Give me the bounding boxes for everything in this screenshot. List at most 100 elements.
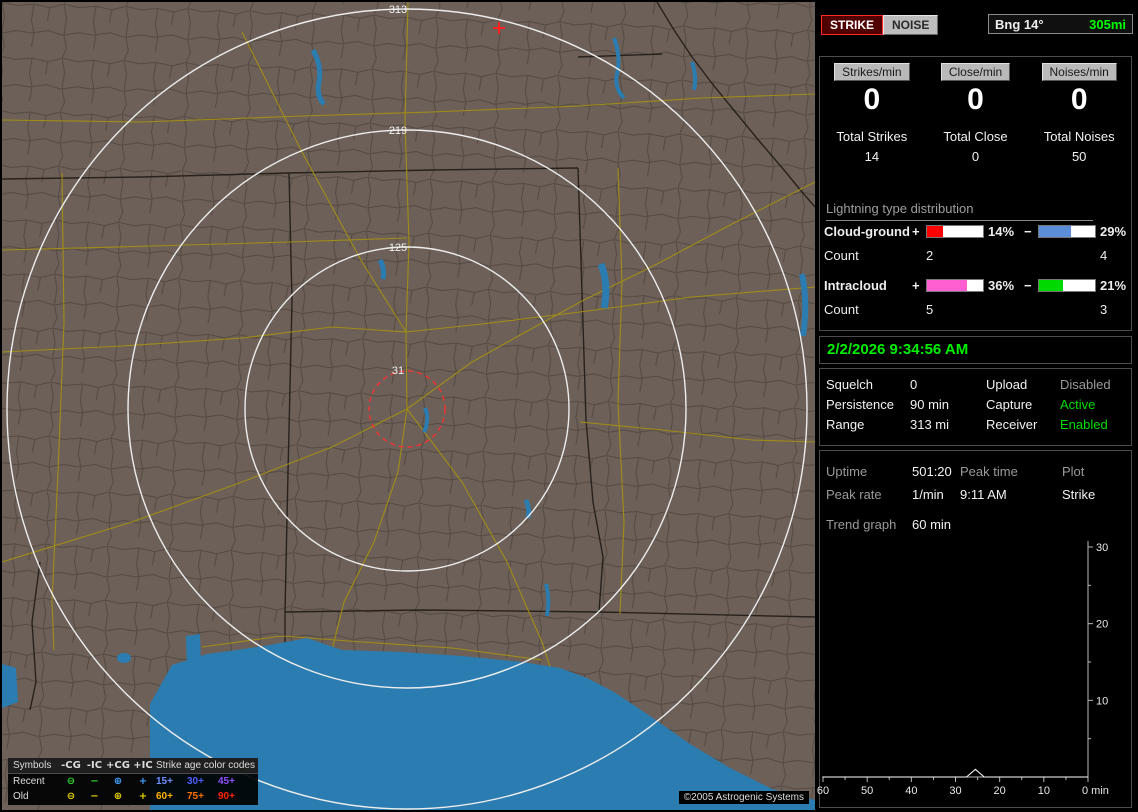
plot-value: Strike [1062,487,1096,502]
svg-text:20: 20 [994,785,1006,797]
legend-col-neg-ic: -IC [86,760,103,771]
map-view[interactable]: 313 219 125 31 Symbols -CG -IC +CG +IC S… [2,2,815,810]
cg-pos-bar [926,225,984,238]
cg-pos-count: 2 [926,248,934,263]
cg-count-row: Count 2 4 [824,248,1131,263]
cg-pos-pct: 14% [988,224,1015,239]
uptime-label: Uptime [826,464,868,479]
cg-neg-pct: 29% [1100,224,1127,239]
close-per-min-chip: Close/min [940,63,1011,81]
pos-ic-old-icon: + [138,791,148,802]
svg-text:30: 30 [949,785,961,797]
legend-age-header: Strike age color codes [156,760,255,771]
cg-pos-bar-fill [927,226,943,237]
trend-series-strike [823,768,1088,778]
age-codes-recent: 15+ 30+ 45+ [156,776,258,787]
ic-neg-count: 3 [1100,302,1108,317]
range-label-125: 125 [389,242,407,254]
svg-text:20: 20 [1096,619,1108,631]
peak-time-value: 9:11 AM [960,487,1007,502]
ic-pos-bar-fill [927,280,968,291]
rate-chips-row: Strikes/min Close/min Noises/min [820,63,1131,81]
trend-section: Uptime 501:20 Peak time Plot Peak rate 1… [817,450,1133,808]
age-75: 75+ [187,791,204,802]
datetime-display: 2/2/2026 9:34:56 AM [827,341,969,358]
bearing-value: Bng 14° [995,16,1044,32]
rate-values-row: 0 0 0 [820,85,1131,115]
trend-graph-value: 60 min [912,517,952,532]
legend-col-pos-cg: +CG [106,760,130,771]
upload-status: Disabled [1060,377,1111,392]
dist-row-intracloud: Intracloud + 36% − 21% [824,278,1131,293]
status-row-trend: Trend graph 60 min [826,516,1131,534]
settings-section: Squelch 0 Upload Disabled Persistence 90… [819,368,1132,446]
strikes-per-min-value: 0 [863,83,881,116]
plus-sign: + [912,224,920,239]
close-per-min-value: 0 [967,83,984,116]
noise-toggle-button[interactable]: NOISE [883,15,939,35]
ic-neg-pct: 21% [1100,278,1127,293]
ic-neg-bar-fill [1039,280,1063,291]
count-label: Count [824,248,859,263]
peak-time-label: Peak time [960,464,1018,479]
neg-cg-old-icon: ⊖ [66,791,76,802]
cg-neg-bar [1038,225,1096,238]
plus-sign: + [912,278,920,293]
bearing-range-value: 305mi [1089,16,1126,32]
status-row-1: Uptime 501:20 Peak time Plot [826,463,1131,481]
datetime-section: 2/2/2026 9:34:56 AM [819,336,1132,364]
peak-rate-label: Peak rate [826,487,882,502]
cloud-ground-label: Cloud-ground [824,224,910,239]
svg-text:0 min: 0 min [1082,785,1109,797]
stats-section: Strikes/min Close/min Noises/min 0 0 0 T… [819,56,1132,331]
total-noises-label: Total Noises [1043,129,1115,144]
legend-old-label: Old [13,791,29,802]
map-svg: 313 219 125 31 [2,2,815,810]
noises-per-min-chip: Noises/min [1041,63,1117,81]
cg-neg-count: 4 [1100,248,1108,263]
minus-sign: − [1024,224,1032,239]
capture-label: Capture [986,397,1033,412]
minus-sign: − [1024,278,1032,293]
noises-per-min-value: 0 [1070,83,1088,116]
capture-status: Active [1060,397,1096,412]
plot-label: Plot [1062,464,1085,479]
totals-values-row: 14 0 50 [820,149,1131,164]
distribution-title: Lightning type distribution [826,201,1093,221]
map-legend: Symbols -CG -IC +CG +IC Strike age color… [8,758,258,805]
svg-text:40: 40 [905,785,917,797]
totals-labels-row: Total Strikes Total Close Total Noises [820,129,1131,144]
legend-row-recent: Recent ⊖ − ⊕ + 15+ 30+ 45+ [8,774,258,789]
bearing-display: Bng 14° 305mi [988,14,1133,34]
peak-rate-value: 1/min [912,487,944,502]
persistence-value: 90 min [910,397,950,412]
squelch-label: Squelch [826,377,873,392]
age-45: 45+ [218,776,235,787]
status-row-2: Peak rate 1/min 9:11 AM Strike [826,486,1131,504]
ic-pos-pct: 36% [988,278,1015,293]
status-panel: STRIKE NOISE Bng 14° 305mi Strikes/min C… [817,0,1138,812]
neg-cg-recent-icon: ⊖ [66,776,76,787]
trend-chart: 30 20 10 60 50 40 30 20 10 0 min [817,537,1133,805]
intracloud-label: Intracloud [824,278,887,293]
legend-row-old: Old ⊖ − ⊕ + 60+ 75+ 90+ [8,789,258,804]
upload-label: Upload [986,377,1028,392]
age-30: 30+ [187,776,204,787]
cg-neg-bar-fill [1039,226,1072,237]
age-codes-old: 60+ 75+ 90+ [156,791,258,802]
settings-row-persistence: Persistence 90 min Capture Active [826,396,1131,414]
total-noises-value: 50 [1071,149,1087,164]
receiver-label: Receiver [986,417,1038,432]
mobile-bay [186,634,202,704]
legend-col-pos-ic: +IC [133,760,153,771]
pos-ic-recent-icon: + [138,776,148,787]
ic-neg-bar [1038,279,1096,292]
strike-toggle-button[interactable]: STRIKE [821,15,884,35]
lightning-detector-app: 313 219 125 31 Symbols -CG -IC +CG +IC S… [0,0,1138,812]
ic-count-row: Count 5 3 [824,302,1131,317]
settings-row-squelch: Squelch 0 Upload Disabled [826,376,1131,394]
age-60: 60+ [156,791,173,802]
svg-text:10: 10 [1038,785,1050,797]
pos-cg-old-icon: ⊕ [113,791,123,802]
persistence-label: Persistence [826,397,894,412]
